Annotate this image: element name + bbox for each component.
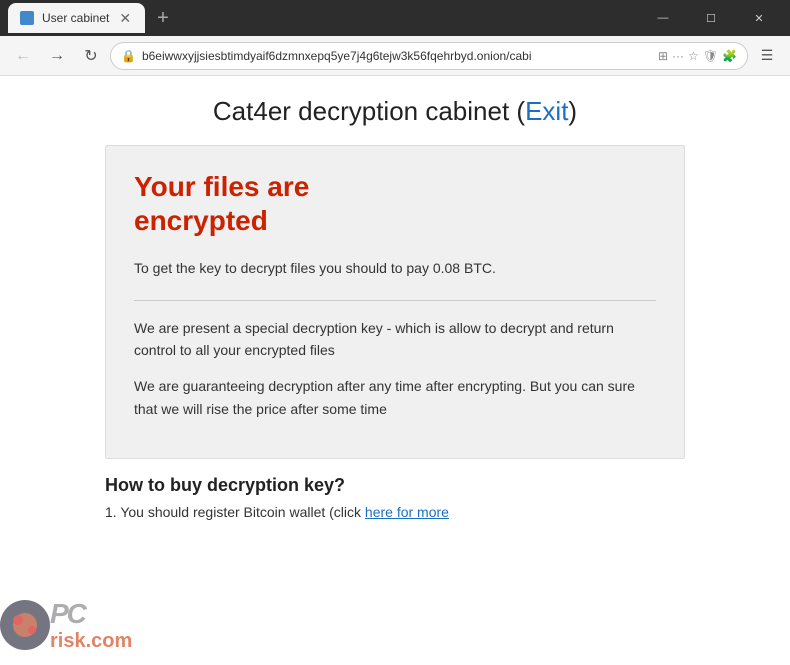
refresh-icon: ↻ [84, 46, 97, 66]
extensions-icon: 🧩 [722, 49, 737, 63]
bookmark-icon: ☆ [688, 49, 699, 63]
url-text: b6eiwwxyjjsiesbtimdyaif6dzmnxepq5ye7j4g6… [142, 49, 652, 63]
new-tab-button[interactable]: + [149, 7, 177, 30]
risk-letters: risk [50, 630, 86, 653]
browser-tab[interactable]: User cabinet ✕ [8, 3, 145, 33]
lock-icon: 🔒 [121, 49, 136, 63]
more-options-icon: ··· [672, 49, 684, 63]
reader-mode-icon: ⊞ [658, 49, 668, 63]
pcrisk-icon [0, 600, 50, 650]
shield-icon: 🛡 [703, 49, 718, 63]
page-content: Cat4er decryption cabinet (Exit) Your fi… [0, 76, 790, 665]
forward-arrow-icon: → [49, 47, 65, 65]
how-to-section: How to buy decryption key? 1. You should… [105, 475, 685, 526]
hamburger-menu-button[interactable]: ☰ [752, 41, 782, 71]
nav-bar: ← → ↻ 🔒 b6eiwwxyjjsiesbtimdyaif6dzmnxepq… [0, 36, 790, 76]
pcrisk-watermark: PC risk .com [0, 585, 200, 665]
forward-button[interactable]: → [42, 41, 72, 71]
address-bar[interactable]: 🔒 b6eiwwxyjjsiesbtimdyaif6dzmnxepq5ye7j4… [110, 42, 748, 70]
browser-window: User cabinet ✕ + — ☐ ✕ ← → ↻ 🔒 b6eiwwxyj… [0, 0, 790, 665]
step-1: 1. You should register Bitcoin wallet (c… [105, 504, 685, 520]
tab-close-button[interactable]: ✕ [117, 10, 133, 27]
back-button[interactable]: ← [8, 41, 38, 71]
minimize-button[interactable]: — [640, 0, 686, 36]
nav-right-buttons: ☰ [752, 41, 782, 71]
close-button[interactable]: ✕ [736, 0, 782, 36]
page-title: Cat4er decryption cabinet (Exit) [213, 96, 577, 127]
refresh-button[interactable]: ↻ [76, 41, 106, 71]
description-text-1: We are present a special decryption key … [134, 317, 656, 362]
section-divider [134, 300, 656, 301]
description-text-2: We are guaranteeing decryption after any… [134, 375, 656, 420]
step1-prefix: 1. You should register Bitcoin wallet (c… [105, 504, 365, 520]
pc-letters: PC [50, 598, 132, 630]
title-prefix: Cat4er decryption cabinet ( [213, 96, 525, 126]
ransomware-heading: Your files are encrypted [134, 170, 656, 237]
exit-link[interactable]: Exit [525, 96, 568, 126]
window-controls: — ☐ ✕ [640, 0, 782, 36]
title-suffix: ) [568, 96, 577, 126]
step1-link[interactable]: here for more [365, 504, 449, 520]
heading-line1: Your files are [134, 171, 309, 202]
main-content-box: Your files are encrypted To get the key … [105, 145, 685, 459]
back-arrow-icon: ← [15, 47, 31, 65]
heading-line2: encrypted [134, 205, 268, 236]
pcrisk-logo: PC risk .com [0, 598, 132, 653]
address-bar-icons: ⊞ ··· ☆ 🛡 🧩 [658, 49, 737, 63]
dot-com: .com [86, 630, 133, 653]
hamburger-icon: ☰ [761, 47, 774, 64]
tab-title: User cabinet [42, 11, 109, 25]
decrypt-instructions: To get the key to decrypt files you shou… [134, 257, 656, 279]
tab-favicon [20, 11, 34, 25]
maximize-button[interactable]: ☐ [688, 0, 734, 36]
how-to-title: How to buy decryption key? [105, 475, 685, 496]
title-bar: User cabinet ✕ + — ☐ ✕ [0, 0, 790, 36]
